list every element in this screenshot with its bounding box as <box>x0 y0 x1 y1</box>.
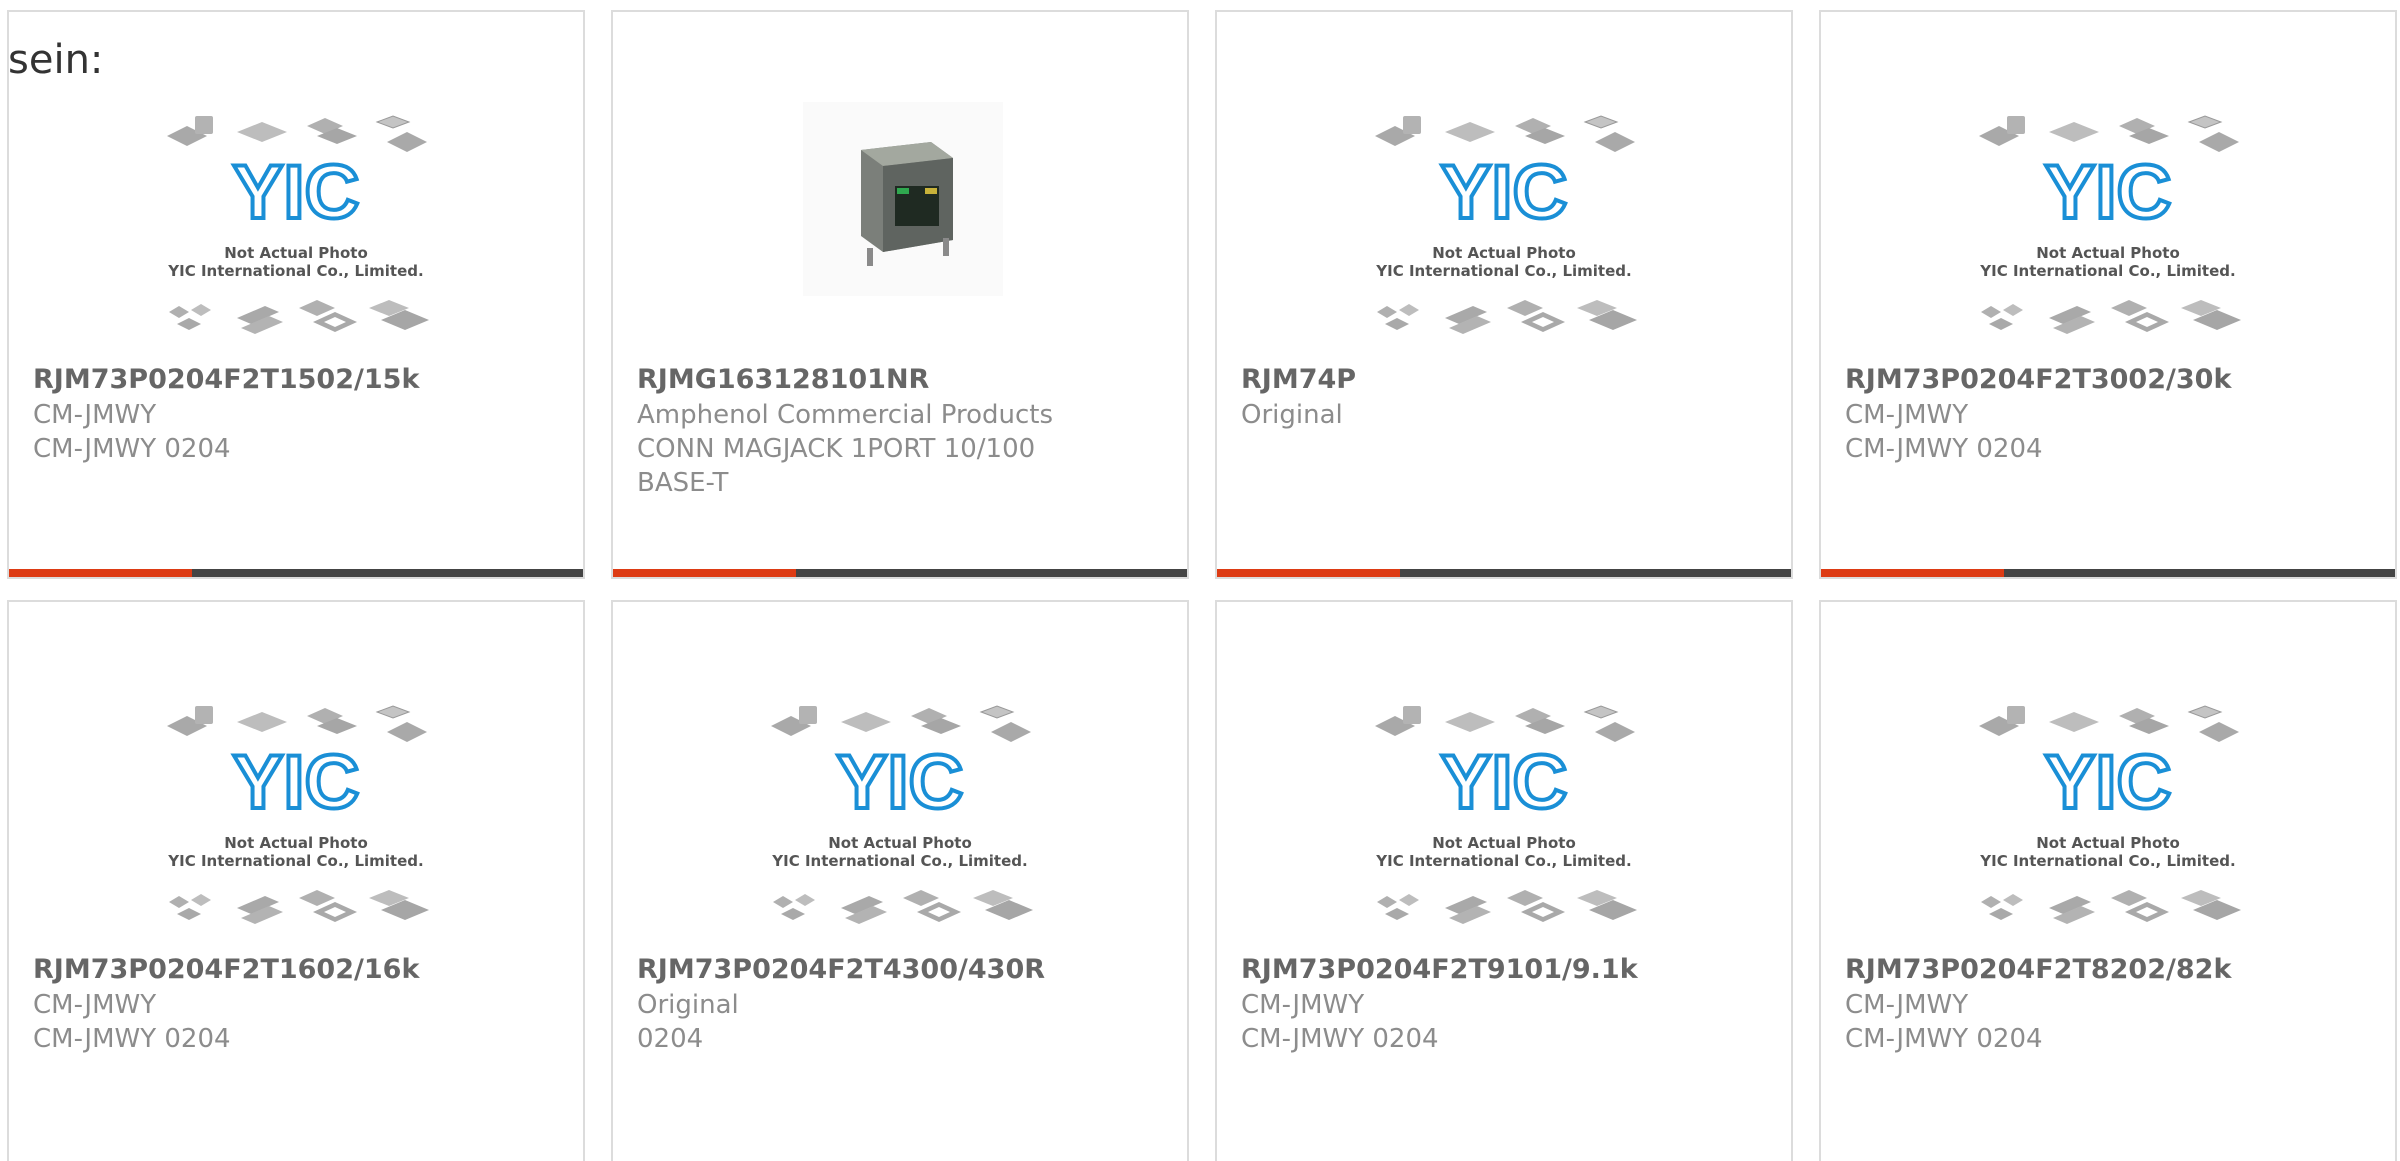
svg-text:Not Actual Photo: Not Actual Photo <box>2036 244 2180 262</box>
product-title[interactable]: RJM73P0204F2T8202/82k <box>1845 954 2231 985</box>
svg-text:YIC International Co., Limited: YIC International Co., Limited. <box>167 262 423 280</box>
product-manufacturer: Original <box>637 990 739 1020</box>
product-title[interactable]: RJM73P0204F2T1502/15k <box>33 364 419 395</box>
yic-logo-icon: YIC <box>1441 150 1568 235</box>
product-title[interactable]: RJM73P0204F2T3002/30k <box>1845 364 2231 395</box>
product-card[interactable]: YIC Not Actual Photo YIC International C… <box>1215 10 1793 579</box>
product-card-link[interactable]: YIC Not Actual Photo YIC International C… <box>1217 602 1791 1161</box>
product-card[interactable]: YIC Not Actual Photo YIC International C… <box>1819 600 2397 1161</box>
svg-text:YIC International Co., Limited: YIC International Co., Limited. <box>1979 262 2235 280</box>
card-footer-bar <box>1217 569 1791 577</box>
not-actual-photo-placeholder-image: YIC Not Actual Photo YIC International C… <box>9 692 583 942</box>
product-manufacturer: CM-JMWY <box>33 400 157 430</box>
product-description-continued: BASE-T <box>637 468 729 498</box>
product-title[interactable]: RJM73P0204F2T9101/9.1k <box>1241 954 1638 985</box>
product-description: CONN MAGJACK 1PORT 10/100 <box>637 434 1036 464</box>
product-description: CM-JMWY 0204 <box>1241 1024 1439 1054</box>
svg-text:YIC International Co., Limited: YIC International Co., Limited. <box>771 852 1027 870</box>
not-actual-photo-placeholder-image: YIC Not Actual Photo YIC International C… <box>9 102 583 352</box>
yic-logo-icon: YIC <box>233 740 360 825</box>
yic-logo-icon: YIC <box>2045 150 2172 235</box>
svg-text:Not Actual Photo: Not Actual Photo <box>224 834 368 852</box>
svg-text:Not Actual Photo: Not Actual Photo <box>1432 834 1576 852</box>
product-title[interactable]: RJM73P0204F2T1602/16k <box>33 954 419 985</box>
product-manufacturer: CM-JMWY <box>1845 400 1969 430</box>
product-description: CM-JMWY 0204 <box>33 434 231 464</box>
product-manufacturer: Original <box>1241 400 1343 430</box>
product-card-link[interactable]: YIC Not Actual Photo YIC International C… <box>9 12 583 577</box>
product-title[interactable]: RJM74P <box>1241 364 1356 395</box>
product-card[interactable]: YIC Not Actual Photo YIC International C… <box>1215 600 1793 1161</box>
product-title[interactable]: RJM73P0204F2T4300/430R <box>637 954 1045 985</box>
not-actual-photo-placeholder-image: YIC Not Actual Photo YIC International C… <box>1217 692 1791 942</box>
not-actual-photo-placeholder-image: YIC Not Actual Photo YIC International C… <box>1821 102 2395 352</box>
svg-text:Not Actual Photo: Not Actual Photo <box>224 244 368 262</box>
intro-text: sein: <box>8 37 104 83</box>
card-footer-bar <box>613 569 1187 577</box>
product-manufacturer: CM-JMWY <box>1241 990 1365 1020</box>
svg-text:YIC International Co., Limited: YIC International Co., Limited. <box>1979 852 2235 870</box>
product-manufacturer: CM-JMWY <box>1845 990 1969 1020</box>
yic-logo-icon: YIC <box>2045 740 2172 825</box>
product-card-link[interactable]: YIC Not Actual Photo YIC International C… <box>1821 12 2395 577</box>
card-footer-bar <box>1821 569 2395 577</box>
product-card-link[interactable]: YIC Not Actual Photo YIC International C… <box>9 602 583 1161</box>
product-card-link[interactable]: YIC Not Actual Photo YIC International C… <box>1217 12 1791 577</box>
product-card-link[interactable]: RJMG163128101NR Amphenol Commercial Prod… <box>613 12 1187 577</box>
product-title[interactable]: RJMG163128101NR <box>637 364 929 395</box>
yic-logo-icon: YIC <box>233 150 360 235</box>
not-actual-photo-placeholder-image: YIC Not Actual Photo YIC International C… <box>1217 102 1791 352</box>
product-card-link[interactable]: YIC Not Actual Photo YIC International C… <box>613 602 1187 1161</box>
product-card[interactable]: RJMG163128101NR Amphenol Commercial Prod… <box>611 10 1189 579</box>
product-manufacturer: Amphenol Commercial Products <box>637 400 1053 430</box>
svg-text:YIC International Co., Limited: YIC International Co., Limited. <box>1375 852 1631 870</box>
card-footer-bar <box>9 569 583 577</box>
product-card[interactable]: YIC Not Actual Photo YIC International C… <box>7 10 585 579</box>
svg-text:YIC International Co., Limited: YIC International Co., Limited. <box>167 852 423 870</box>
product-card[interactable]: YIC Not Actual Photo YIC International C… <box>611 600 1189 1161</box>
product-description: 0204 <box>637 1024 704 1054</box>
yic-logo-icon: YIC <box>1441 740 1568 825</box>
product-description: CM-JMWY 0204 <box>1845 434 2043 464</box>
product-card-link[interactable]: YIC Not Actual Photo YIC International C… <box>1821 602 2395 1161</box>
rj45-jack-photo <box>613 102 1187 352</box>
product-card[interactable]: YIC Not Actual Photo YIC International C… <box>1819 10 2397 579</box>
svg-text:Not Actual Photo: Not Actual Photo <box>828 834 972 852</box>
product-card[interactable]: YIC Not Actual Photo YIC International C… <box>7 600 585 1161</box>
svg-text:Not Actual Photo: Not Actual Photo <box>1432 244 1576 262</box>
page: sein: YIC Not Actual Photo YIC Internati… <box>0 0 2400 1161</box>
not-actual-photo-placeholder-image: YIC Not Actual Photo YIC International C… <box>1821 692 2395 942</box>
product-description: CM-JMWY 0204 <box>33 1024 231 1054</box>
yic-logo-icon: YIC <box>837 740 964 825</box>
not-actual-photo-placeholder-image: YIC Not Actual Photo YIC International C… <box>613 692 1187 942</box>
product-description: CM-JMWY 0204 <box>1845 1024 2043 1054</box>
product-manufacturer: CM-JMWY <box>33 990 157 1020</box>
svg-text:YIC International Co., Limited: YIC International Co., Limited. <box>1375 262 1631 280</box>
svg-text:Not Actual Photo: Not Actual Photo <box>2036 834 2180 852</box>
